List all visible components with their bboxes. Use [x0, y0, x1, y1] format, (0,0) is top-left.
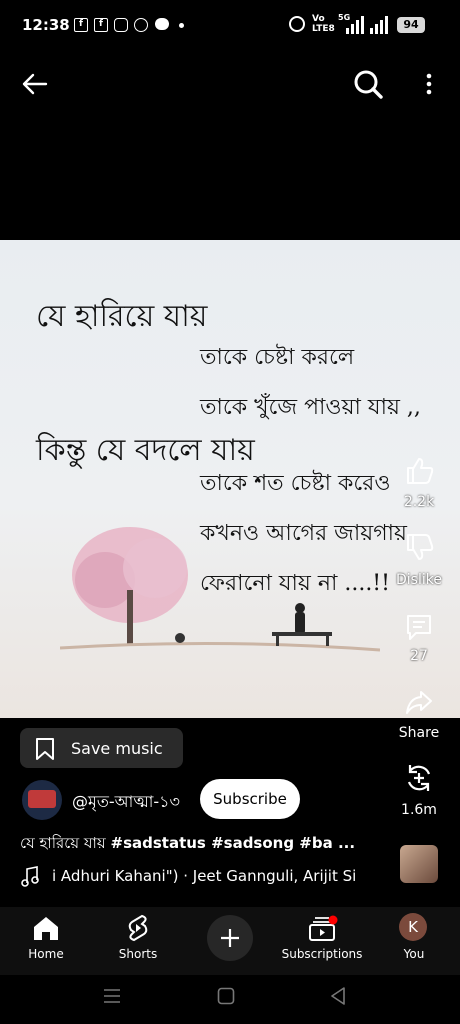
nav-subscriptions[interactable]: Subscriptions — [276, 907, 368, 975]
music-row[interactable]: i Adhuri Kahani") · Jeet Gannguli, Ariji… — [20, 866, 380, 888]
nav-home-label: Home — [28, 947, 64, 961]
comment-count: 27 — [410, 648, 428, 664]
save-music-label: Save music — [71, 739, 163, 758]
comments-button[interactable]: 27 — [389, 610, 449, 672]
thumbs-up-icon — [407, 458, 434, 484]
arrow-left-icon — [22, 73, 48, 95]
nav-home[interactable]: Home — [0, 907, 92, 975]
back-nav-icon[interactable] — [330, 987, 346, 1005]
nav-subscriptions-label: Subscriptions — [281, 947, 363, 961]
signal-icon — [346, 16, 364, 34]
bottom-navigation: Home Shorts Subscriptions K You — [0, 907, 460, 975]
video-title[interactable]: যে হারিয়ে যায় #sadstatus #sadsong #ba … — [20, 832, 355, 857]
dislike-button[interactable]: Dislike — [389, 528, 449, 590]
remix-icon — [407, 765, 431, 791]
remix-button[interactable]: 1.6m — [389, 762, 449, 822]
video-title-text: যে হারিয়ে যায় — [20, 834, 111, 852]
battery-indicator: 94 — [397, 17, 425, 33]
channel-avatar[interactable] — [22, 780, 62, 820]
user-avatar: K — [399, 913, 427, 941]
nav-shorts-label: Shorts — [118, 947, 158, 961]
home-icon — [34, 917, 58, 940]
like-button[interactable]: 2.2k — [389, 452, 449, 514]
video-title-tags: #sadstatus #sadsong #ba ... — [110, 834, 356, 852]
home-nav-icon[interactable] — [217, 987, 235, 1005]
music-text: i Adhuri Kahani") · Jeet Gannguli, Ariji… — [52, 867, 357, 885]
facebook-icon: f — [94, 18, 108, 32]
comment-icon — [407, 615, 431, 640]
chat-icon — [155, 18, 169, 30]
notification-dot-icon — [179, 23, 184, 28]
poem-line-1: যে হারিয়ে যায় — [36, 299, 208, 334]
more-options-button[interactable] — [418, 68, 440, 100]
status-bar: 12:38 f f Vo LTE8 5G 94 — [0, 0, 460, 52]
search-icon — [354, 70, 383, 99]
subscriptions-icon — [309, 915, 338, 941]
gallery-icon — [114, 18, 128, 32]
volte-indicator: Vo LTE8 — [312, 14, 335, 34]
signal-icon — [370, 16, 388, 34]
like-count: 2.2k — [403, 494, 435, 510]
search-button[interactable] — [350, 66, 386, 102]
shorts-icon — [128, 914, 148, 942]
remix-count: 1.6m — [401, 802, 437, 818]
subscribe-button[interactable]: Subscribe — [200, 779, 300, 819]
music-note-icon — [21, 866, 39, 887]
nav-create[interactable] — [184, 907, 276, 975]
share-label: Share — [398, 725, 440, 741]
recent-apps-icon[interactable] — [103, 988, 121, 1004]
nav-you[interactable]: K You — [368, 907, 460, 975]
back-button[interactable] — [18, 68, 54, 100]
channel-name[interactable]: @মৃত-আত্মা-১৩ — [72, 789, 180, 816]
plus-icon — [221, 929, 239, 947]
channel-logo — [28, 790, 56, 808]
share-button[interactable]: Share — [389, 688, 449, 746]
poem-line-2: তাকে চেষ্টা করলে — [200, 345, 355, 370]
status-time: 12:38 — [22, 16, 70, 34]
whatsapp-icon — [134, 18, 148, 32]
share-icon — [406, 691, 432, 714]
facebook-icon: f — [74, 18, 88, 32]
scenery-illustration — [60, 527, 380, 652]
bookmark-icon — [36, 738, 54, 760]
create-button — [207, 915, 253, 961]
poem-line-5: তাকে শত চেষ্টা করেও — [200, 471, 391, 496]
music-thumbnail[interactable] — [400, 845, 438, 883]
thumbs-down-icon — [407, 534, 434, 560]
poem-line-3: তাকে খুঁজে পাওয়া যায় ,, — [200, 395, 421, 420]
more-vertical-icon — [426, 73, 432, 95]
system-navigation-bar — [0, 975, 460, 1024]
dislike-label: Dislike — [396, 572, 442, 588]
nav-shorts[interactable]: Shorts — [92, 907, 184, 975]
alarm-icon — [289, 16, 305, 32]
nav-you-label: You — [403, 947, 425, 961]
